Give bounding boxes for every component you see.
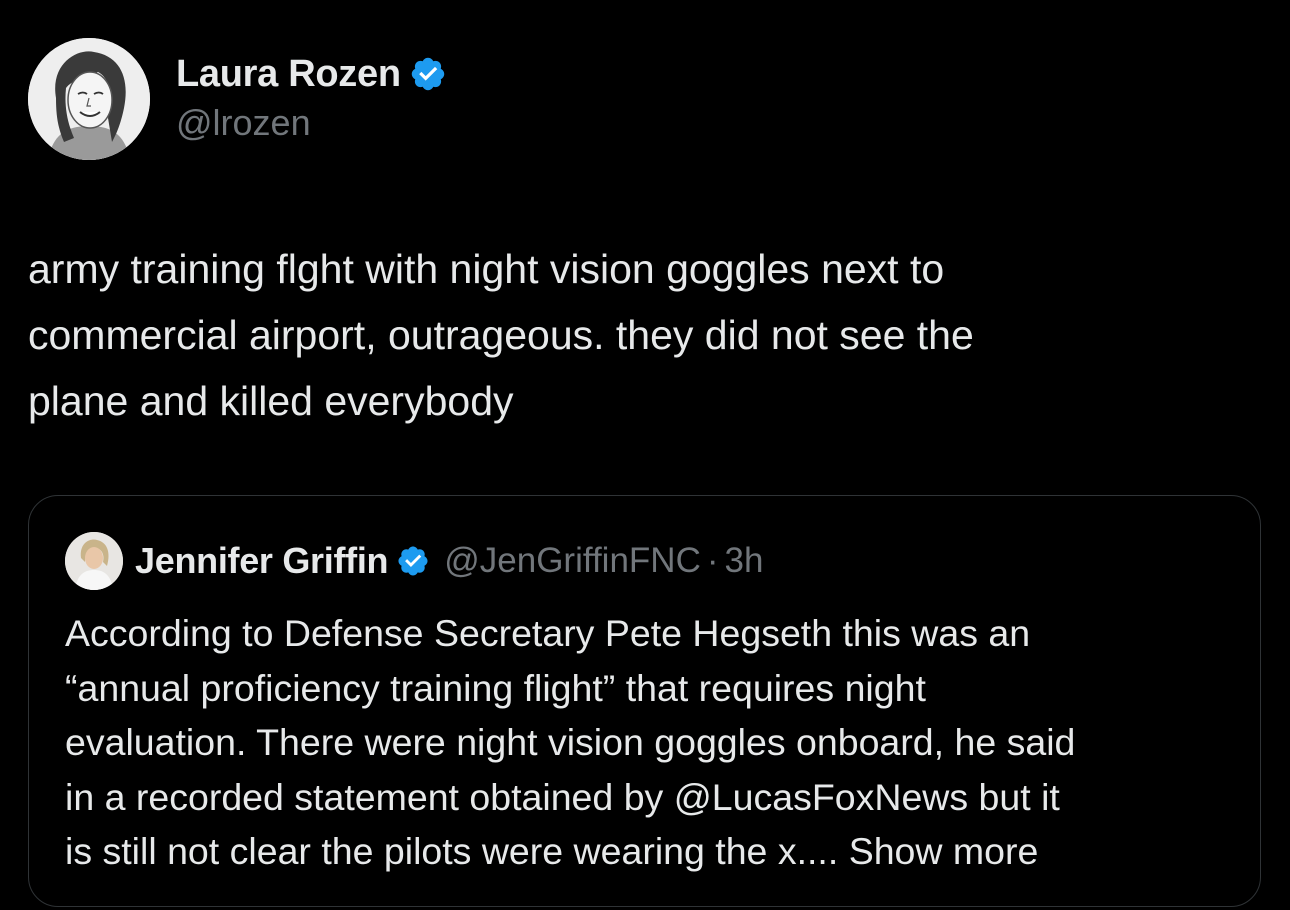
quoted-text-line: According to Defense Secretary Pete Hegs…	[65, 612, 1031, 654]
verified-badge-icon	[396, 544, 430, 578]
quoted-author-name[interactable]: Jennifer Griffin	[135, 540, 389, 582]
author-avatar-image	[28, 38, 150, 160]
separator-dot: ·	[706, 541, 719, 580]
quoted-tweet-card[interactable]: Jennifer Griffin @JenGriffinFNC · 3h Acc…	[28, 495, 1261, 907]
quoted-author-avatar[interactable]	[65, 532, 123, 590]
quoted-tweet-timestamp[interactable]: 3h	[725, 541, 764, 581]
quoted-text-line: evaluation. There were night vision gogg…	[65, 721, 1076, 763]
author-name-row[interactable]: Laura Rozen	[176, 52, 447, 96]
quoted-text-last-line: is still not clear the pilots were weari…	[65, 824, 1245, 879]
quoted-text-line: “annual proficiency training flight” tha…	[65, 666, 926, 709]
quoted-tweet-text: According to Defense Secretary Pete Hegs…	[65, 606, 1245, 879]
quoted-text-line: is still not clear the pilots were weari…	[65, 830, 849, 872]
quoted-author-handle[interactable]: @JenGriffinFNC	[444, 541, 701, 581]
show-more-link[interactable]: Show more	[849, 830, 1039, 872]
tweet-text-line: commercial airport, outrageous. they did…	[28, 312, 974, 358]
quoted-author-avatar-image	[65, 532, 123, 590]
verified-badge-icon	[409, 55, 447, 93]
author-avatar[interactable]	[28, 38, 150, 160]
quoted-text-line: in a recorded statement obtained by @Luc…	[65, 775, 1060, 818]
tweet-text-line: plane and killed everybody	[28, 378, 514, 424]
quoted-tweet-header: Jennifer Griffin @JenGriffinFNC · 3h	[135, 538, 763, 584]
tweet-text-line: army training flght with night vision go…	[28, 246, 945, 292]
author-name[interactable]: Laura Rozen	[176, 53, 401, 96]
tweet-text: army training flght with night vision go…	[28, 236, 1248, 434]
author-handle[interactable]: @lrozen	[176, 102, 311, 144]
